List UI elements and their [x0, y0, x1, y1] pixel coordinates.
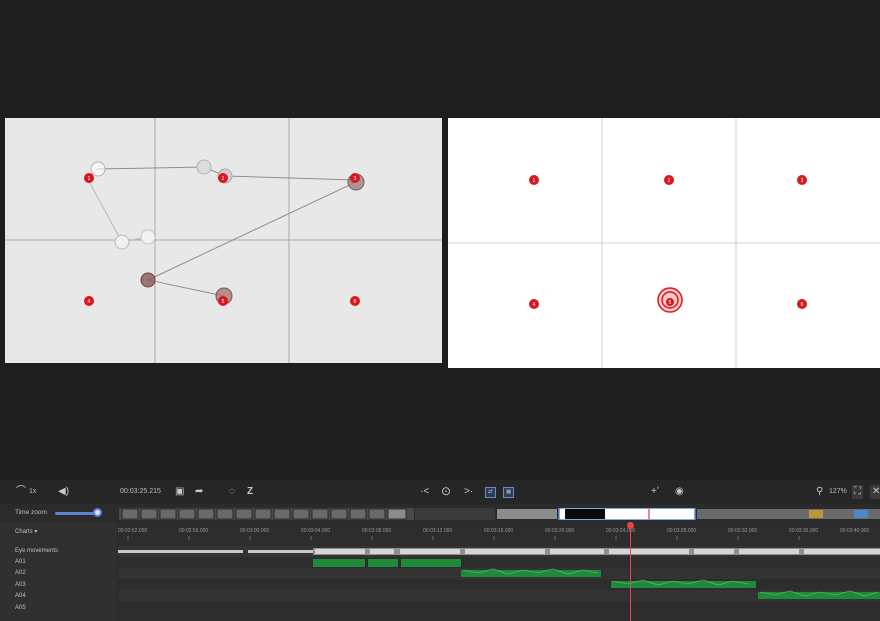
search-icon[interactable]: ⚲ — [816, 485, 823, 499]
stimulus-marker-5: 5 — [666, 298, 674, 306]
stimulus-viewer: 1 2 3 4 5 6 1 2 3 4 5 6 — [0, 0, 880, 480]
row-label-a02: A02 — [15, 570, 26, 576]
svg-text:6: 6 — [800, 302, 803, 308]
stimulus-marker-4: 4 — [84, 296, 94, 306]
svg-text:3: 3 — [800, 178, 803, 184]
svg-text:4: 4 — [532, 302, 535, 308]
svg-text:5: 5 — [668, 300, 671, 306]
row-label-eye-movements: Eye movements — [15, 548, 59, 554]
row-label-a01: A01 — [15, 559, 26, 565]
metrics-toggle[interactable]: ▦ — [503, 487, 515, 498]
charts-menu[interactable]: Charts ▾ — [15, 528, 37, 535]
fixation-circle — [140, 229, 156, 245]
stimulus-marker-1: 1 — [84, 173, 94, 183]
z-icon[interactable]: Z — [247, 485, 253, 499]
playhead-handle[interactable] — [627, 522, 634, 529]
settings-icon[interactable]: ◉ — [675, 485, 684, 499]
next-icon[interactable]: >· — [464, 485, 473, 499]
row-label-a05: A05 — [15, 605, 26, 611]
timeline-tracks — [118, 536, 880, 612]
gaze-replay-stimulus[interactable]: 1 2 3 4 5 6 — [5, 118, 442, 363]
close-icon[interactable]: ✕ — [870, 485, 880, 499]
events-toggle[interactable]: ⇄ — [485, 487, 496, 498]
stimulus-marker-6: 6 — [350, 296, 360, 306]
svg-text:2: 2 — [667, 178, 670, 184]
svg-text:1: 1 — [532, 178, 535, 184]
speed-icon[interactable]: ⌒ — [16, 485, 26, 499]
time-zoom-thumb[interactable] — [93, 508, 102, 517]
fixation-circle — [196, 159, 212, 175]
svg-text:5: 5 — [221, 299, 224, 305]
stimulus-marker-3: 3 — [350, 173, 360, 183]
stimulus-marker-5: 5 — [218, 296, 228, 306]
share-icon[interactable]: ➦ — [195, 485, 203, 499]
playback-toolbar: ⌒ 1x ◀) 00:03:25.215 ▣ ➦ ◌ Z ·< ⊙ >· ⇄ ▦… — [0, 480, 880, 504]
stimulus-marker-2: 2 — [218, 173, 228, 183]
playhead[interactable] — [630, 522, 631, 621]
timeline[interactable]: 00:02:52.000 00:02:56.000 00:03:00.000 0… — [118, 522, 880, 621]
previous-icon[interactable]: ·< — [420, 485, 429, 499]
timecode: 00:03:25.215 — [120, 488, 161, 495]
time-zoom-row: Time zoom — [0, 504, 880, 522]
live-stimulus-canvas: 1 2 3 4 5 6 — [448, 118, 880, 368]
fixation-circle — [114, 234, 130, 250]
row-label-a03: A03 — [15, 582, 26, 588]
volume-icon[interactable]: ◀) — [58, 485, 69, 499]
svg-text:4: 4 — [87, 299, 90, 305]
fixation-circle — [90, 161, 106, 177]
stimulus-marker-3: 3 — [797, 175, 807, 185]
replay-controls: ⌒ 1x ◀) 00:03:25.215 ▣ ➦ ◌ Z ·< ⊙ >· ⇄ ▦… — [0, 480, 880, 621]
svg-text:2: 2 — [221, 176, 224, 182]
zoom-level: 127% — [829, 488, 847, 495]
add-event-icon[interactable]: +ʹ — [651, 485, 659, 499]
fixation-circle — [140, 272, 156, 288]
play-icon[interactable]: ⊙ — [441, 484, 451, 498]
stimulus-marker-6: 6 — [797, 299, 807, 309]
svg-text:3: 3 — [353, 176, 356, 182]
stimulus-marker-1: 1 — [529, 175, 539, 185]
speed-label[interactable]: 1x — [29, 487, 36, 497]
gaze-replay-canvas: 1 2 3 4 5 6 — [5, 118, 442, 363]
stimulus-marker-2: 2 — [664, 175, 674, 185]
svg-text:1: 1 — [87, 176, 90, 182]
snapshot-icon[interactable]: ▣ — [175, 485, 184, 499]
time-zoom-label: Time zoom — [15, 509, 47, 516]
stimulus-marker-4: 4 — [529, 299, 539, 309]
overview-strip[interactable] — [119, 508, 880, 520]
row-label-a04: A04 — [15, 593, 26, 599]
row-labels: Charts ▾ Eye movements A01 A02 A03 A04 A… — [0, 522, 117, 621]
marker-icon[interactable]: ◌ — [229, 485, 235, 499]
fit-icon[interactable]: ⛶ — [852, 485, 863, 499]
live-stimulus[interactable]: 1 2 3 4 5 6 — [448, 118, 880, 368]
svg-text:6: 6 — [353, 299, 356, 305]
